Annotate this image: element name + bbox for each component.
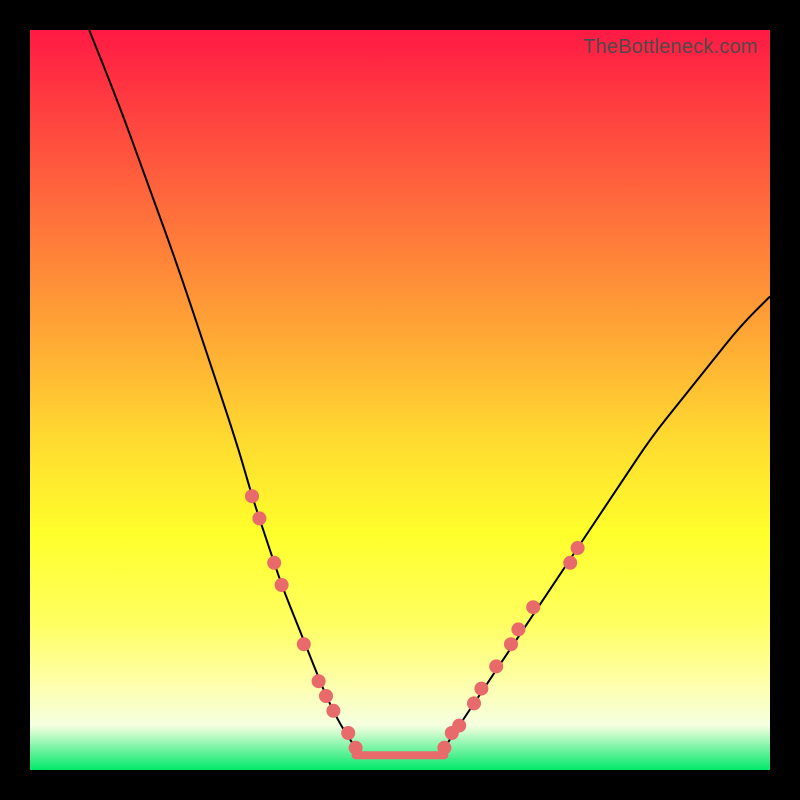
data-marker [571, 541, 585, 555]
data-marker [467, 696, 481, 710]
data-marker [511, 622, 525, 636]
right-curve [444, 296, 770, 747]
data-marker [267, 556, 281, 570]
data-marker [437, 741, 451, 755]
chart-svg [30, 30, 770, 770]
chart-frame: TheBottleneck.com [0, 0, 800, 800]
data-marker [245, 489, 259, 503]
data-marker [349, 741, 363, 755]
data-marker [474, 682, 488, 696]
data-marker [489, 659, 503, 673]
data-marker [297, 637, 311, 651]
left-curve [89, 30, 355, 748]
data-marker [526, 600, 540, 614]
data-marker [563, 556, 577, 570]
data-marker [452, 719, 466, 733]
data-marker [312, 674, 326, 688]
data-marker [252, 511, 266, 525]
data-marker [326, 704, 340, 718]
data-marker [341, 726, 355, 740]
data-marker [504, 637, 518, 651]
plot-area: TheBottleneck.com [30, 30, 770, 770]
data-marker [275, 578, 289, 592]
data-marker [319, 689, 333, 703]
